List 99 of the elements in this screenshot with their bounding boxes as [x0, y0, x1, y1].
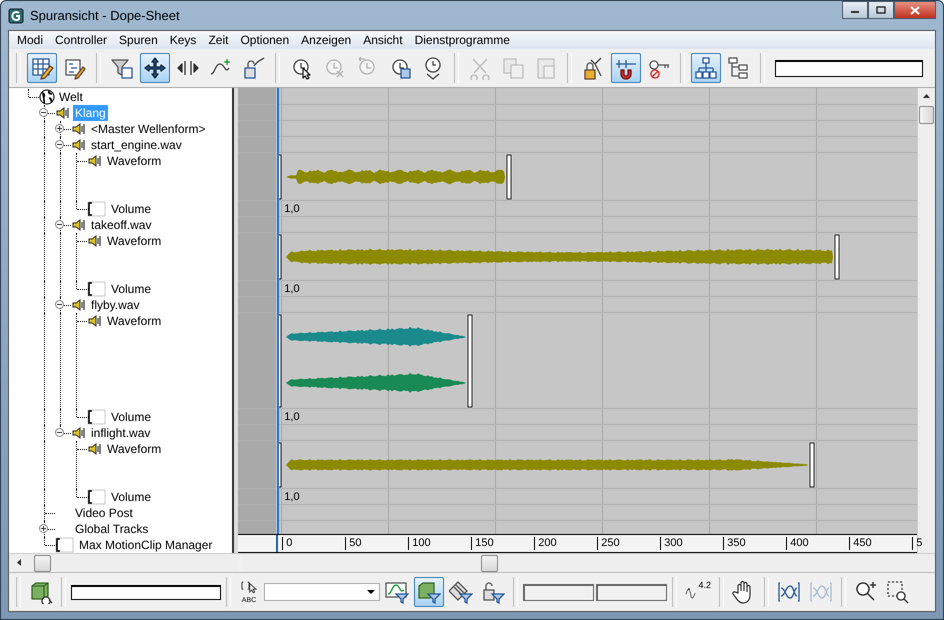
maximize-button[interactable]	[868, 1, 894, 19]
ruler-label: 250	[597, 537, 620, 550]
menu-item[interactable]: Keys	[164, 33, 202, 47]
plus-icon	[55, 124, 64, 133]
scroll-thumb[interactable]	[481, 555, 498, 572]
collapse-toggle[interactable]	[39, 108, 48, 117]
tree-item[interactable]: Video Post	[73, 505, 135, 521]
dropdown-caret-icon	[367, 590, 375, 594]
scroll-thumb[interactable]	[34, 555, 51, 572]
tree-item[interactable]: start_engine.wav	[89, 137, 184, 153]
tree-item[interactable]: Max MotionClip Manager	[77, 537, 214, 553]
volume-value: 1,0	[284, 282, 300, 296]
curve-filter-icon	[385, 580, 409, 604]
expand-toggle[interactable]	[55, 124, 64, 133]
menu-item[interactable]: Controller	[49, 33, 114, 47]
tree-item[interactable]: Waveform	[105, 313, 164, 329]
time-marker[interactable]	[276, 535, 278, 552]
film-filter-icon	[449, 580, 473, 604]
plus-icon	[39, 524, 48, 533]
speaker-icon	[87, 441, 103, 457]
ruler-label: 300	[660, 537, 683, 550]
menu-item[interactable]: Ansicht	[357, 33, 409, 47]
frame-field[interactable]	[523, 584, 594, 600]
tree-item[interactable]: Volume	[109, 409, 154, 425]
speaker-icon	[87, 153, 103, 169]
ruler-label: 350	[723, 537, 746, 550]
speaker-icon	[71, 217, 87, 233]
ruler-label: 0	[282, 537, 292, 550]
scroll-left-icon	[17, 559, 21, 566]
scroll-up-icon	[923, 94, 930, 98]
edit-keys-button[interactable]	[27, 53, 57, 83]
search-field[interactable]	[71, 584, 221, 600]
speaker-icon	[87, 233, 103, 249]
tree-item[interactable]: Volume	[109, 281, 154, 297]
tree-item[interactable]: Volume	[109, 201, 154, 217]
vertical-scrollbar[interactable]	[917, 88, 935, 553]
tree-item[interactable]: Global Tracks	[73, 521, 150, 537]
hierarchy-icon	[694, 56, 718, 80]
edit-keys-icon	[30, 56, 54, 80]
move-keys-icon	[143, 56, 167, 80]
menu-item[interactable]: Zeit	[202, 33, 234, 47]
value-field[interactable]	[596, 584, 667, 600]
speaker-icon	[71, 297, 87, 313]
collapse-toggle[interactable]	[55, 428, 64, 437]
maximize-icon	[876, 6, 886, 14]
ruler-label: 100	[408, 537, 431, 550]
scale-keys-icon	[242, 56, 266, 80]
tree-item[interactable]: <Master Wellenform>	[89, 121, 208, 137]
tree-item[interactable]: Waveform	[105, 441, 164, 457]
ruler-label: 400	[786, 537, 809, 550]
scissors-icon	[468, 56, 492, 80]
collapse-toggle[interactable]	[55, 140, 64, 149]
volume-value: 1,0	[284, 202, 300, 216]
speaker-icon	[71, 425, 87, 441]
hierarchy-button[interactable]	[691, 53, 721, 83]
tree-item[interactable]: Volume	[109, 489, 154, 505]
ruler-label: 450	[849, 537, 872, 550]
menu-item[interactable]: Optionen	[234, 33, 296, 47]
ruler-label: 50	[345, 537, 362, 550]
ruler-label: 200	[534, 537, 557, 550]
filter-button[interactable]	[414, 577, 444, 607]
ruler-label: 150	[471, 537, 494, 550]
expand-toggle[interactable]	[39, 524, 48, 533]
volume-value: 1,0	[284, 410, 300, 424]
cube-filter-icon	[417, 580, 441, 604]
curve-zoom-icon	[777, 580, 801, 604]
menu-item[interactable]: Dienstprogramme	[408, 33, 516, 47]
curve-zoom-icon	[809, 580, 833, 604]
speaker-icon	[71, 121, 87, 137]
move-keys-button[interactable]	[140, 53, 170, 83]
menu-item[interactable]: Modi	[11, 33, 50, 47]
cube-search-icon	[29, 580, 53, 604]
zoom-region-icon	[886, 580, 910, 604]
speaker-icon	[87, 313, 103, 329]
window-title: Spuransicht - Dope-Sheet	[30, 8, 180, 23]
tree-item[interactable]: Welt	[57, 89, 85, 105]
name-field[interactable]	[775, 60, 923, 76]
collapse-toggle[interactable]	[55, 300, 64, 309]
collapse-toggle[interactable]	[55, 220, 64, 229]
tree-item[interactable]: takeoff.wav	[89, 217, 154, 233]
lock-filter-icon	[481, 580, 505, 604]
minimize-button[interactable]	[842, 1, 868, 19]
app-icon	[8, 8, 24, 24]
time-slider-line[interactable]	[276, 88, 280, 534]
tree-item[interactable]: inflight.wav	[89, 425, 152, 441]
volume-value: 1,0	[284, 490, 300, 504]
speaker-icon	[55, 105, 71, 121]
scroll-thumb[interactable]	[919, 106, 934, 124]
tree-item[interactable]: Waveform	[105, 233, 164, 249]
speaker-icon	[71, 137, 87, 153]
close-icon	[910, 6, 920, 14]
close-button[interactable]	[894, 1, 936, 19]
show-values-button[interactable]: 4.2	[682, 577, 714, 607]
menu-item[interactable]: Spuren	[113, 33, 164, 47]
tree-item[interactable]: flyby.wav	[89, 297, 142, 313]
tree-item[interactable]: Waveform	[105, 153, 164, 169]
menu-item[interactable]: Anzeigen	[295, 33, 358, 47]
magnet-button[interactable]	[611, 53, 641, 83]
copy-icon	[501, 56, 525, 80]
